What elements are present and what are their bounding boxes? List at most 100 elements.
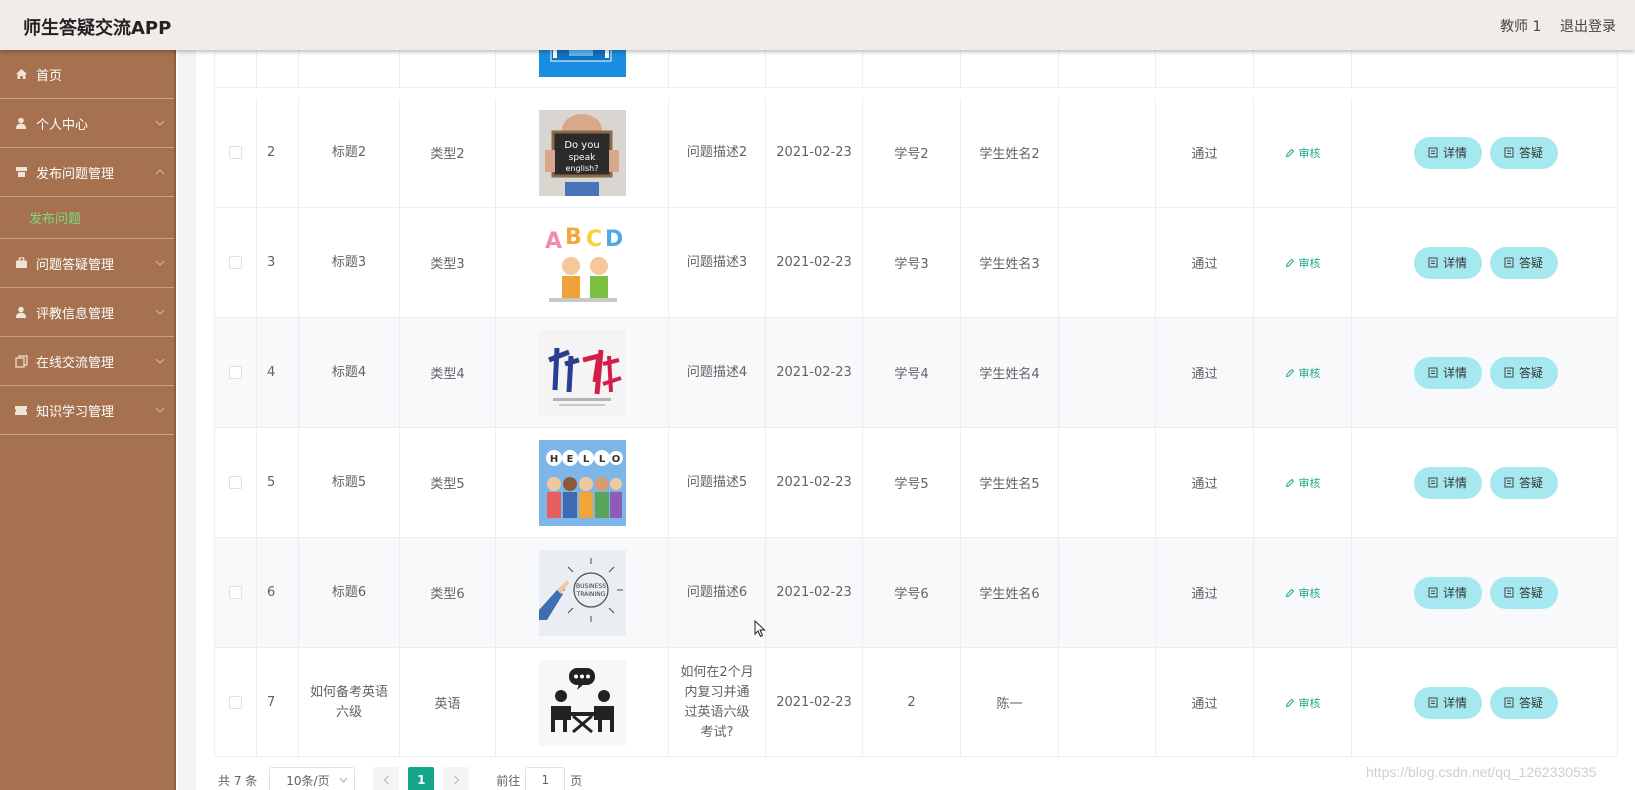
document-icon [1428, 477, 1438, 488]
audit-label: 审核 [1298, 146, 1321, 160]
row-checkbox[interactable] [229, 696, 242, 709]
audit-link[interactable]: 审核 [1285, 365, 1321, 381]
svg-text:TRAINING: TRAINING [575, 591, 605, 598]
table-cell: 4 [257, 318, 299, 427]
answer-button[interactable]: 答疑 [1489, 466, 1558, 499]
audit-link[interactable]: 审核 [1285, 475, 1321, 491]
table-cell [1352, 50, 1617, 87]
chevron-down-icon [155, 358, 165, 364]
svg-text:english?: english? [565, 164, 598, 173]
audit-label: 审核 [1298, 476, 1321, 490]
detail-button[interactable]: 详情 [1413, 686, 1482, 719]
table-cell: 通过 [1156, 648, 1254, 756]
row-date: 2021-02-23 [776, 255, 852, 270]
page-size-select[interactable]: 10条/页 [269, 767, 356, 790]
row-description: 问题描述3 [686, 254, 748, 270]
table-cell [215, 428, 257, 537]
table-cell: 通过 [1156, 538, 1254, 647]
row-date: 2021-02-23 [776, 365, 852, 380]
answer-button[interactable]: 答疑 [1489, 356, 1558, 389]
svg-text:D: D [605, 227, 623, 252]
goto-page-input[interactable]: 1 [525, 767, 566, 790]
sidebar-item-personal-center[interactable]: 个人中心 [0, 99, 174, 148]
answer-button[interactable]: 答疑 [1489, 136, 1558, 169]
table-cell: 学号4 [863, 318, 961, 427]
sidebar-item-knowledge-mgmt[interactable]: 知识学习管理 [0, 386, 174, 435]
answer-button[interactable]: 答疑 [1489, 686, 1558, 719]
chevron-right-icon [453, 775, 460, 785]
row-title: 标题5 [331, 474, 367, 490]
sidebar-subitem-post-question[interactable]: 发布问题 [0, 197, 174, 239]
row-type: 类型4 [430, 367, 465, 382]
table-cell: 标题5 [299, 428, 400, 537]
table-cell: 学号6 [863, 538, 961, 647]
chevron-up-icon [155, 169, 165, 175]
page-number-current[interactable]: 1 [408, 767, 435, 790]
table-cell: 审核 [1254, 538, 1352, 647]
table-cell: 审核 [1254, 98, 1352, 207]
answer-button[interactable]: 答疑 [1489, 576, 1558, 609]
sidebar-item-question-answer-mgmt[interactable]: 问题答疑管理 [0, 239, 174, 288]
table-cell: 学号3 [863, 208, 961, 317]
detail-button[interactable]: 详情 [1413, 246, 1482, 279]
svg-text:C: C [586, 227, 602, 252]
next-page-button[interactable] [443, 767, 470, 790]
edit-icon [1285, 368, 1294, 377]
table-cell [215, 98, 257, 207]
table-cell: 问题描述3 [669, 208, 766, 317]
detail-button[interactable]: 详情 [1413, 136, 1482, 169]
watermark: https://blog.csdn.net/qq_1262330535 [1366, 764, 1597, 780]
audit-link[interactable]: 审核 [1285, 585, 1321, 601]
edit-icon [1285, 148, 1294, 157]
row-checkbox[interactable] [229, 146, 242, 159]
detail-label: 详情 [1442, 476, 1467, 490]
answer-button[interactable]: 答疑 [1489, 246, 1558, 279]
answer-label: 答疑 [1518, 696, 1543, 710]
audit-link[interactable]: 审核 [1285, 695, 1321, 711]
table-row: 3 标题3 类型3 A B C D 问题描述3 2021-02-23 学号3 学生姓名3 通过 审核 详情… [215, 208, 1617, 318]
detail-button[interactable]: 详情 [1413, 576, 1482, 609]
prev-page-button[interactable] [373, 767, 400, 790]
sidebar-item-label: 首页 [36, 68, 63, 84]
audit-link[interactable]: 审核 [1285, 255, 1321, 271]
edit-icon [1285, 258, 1294, 267]
table-cell: 如何备考英语六级 [299, 648, 400, 756]
sidebar-item-evaluation-mgmt[interactable]: 评教信息管理 [0, 288, 174, 337]
table-cell: 问题描述6 [669, 538, 766, 647]
table-cell: 审核 [1254, 208, 1352, 317]
table-cell: 标题6 [299, 538, 400, 647]
table-cell: 陈一 [961, 648, 1059, 756]
table-cell [1059, 208, 1156, 317]
svg-text:B: B [565, 225, 582, 250]
table-cell [215, 50, 257, 87]
svg-text:L: L [598, 454, 605, 465]
table-cell: HELLO [496, 428, 669, 537]
table-cell: 标题3 [299, 208, 400, 317]
row-checkbox[interactable] [229, 586, 242, 599]
table-cell [1059, 318, 1156, 427]
row-date: 2021-02-23 [776, 145, 852, 160]
table-cell: 学生姓名6 [961, 538, 1059, 647]
row-checkbox[interactable] [229, 256, 242, 269]
detail-button[interactable]: 详情 [1413, 356, 1482, 389]
sidebar-item-home[interactable]: 首页 [0, 50, 174, 99]
detail-button[interactable]: 详情 [1413, 466, 1482, 499]
table-cell [1254, 50, 1352, 87]
row-status: 通过 [1191, 257, 1218, 272]
audit-link[interactable]: 审核 [1285, 145, 1321, 161]
row-student-name: 学生姓名3 [979, 257, 1040, 272]
logout-link[interactable]: 退出登录 [1560, 16, 1616, 36]
row-checkbox[interactable] [229, 476, 242, 489]
sidebar-item-online-chat-mgmt[interactable]: 在线交流管理 [0, 337, 174, 386]
sidebar-subitem-label: 发布问题 [29, 212, 82, 227]
sidebar-item-post-question-mgmt[interactable]: 发布问题管理 [0, 148, 174, 197]
row-student-number: 学号6 [894, 587, 929, 602]
table-row [215, 50, 1617, 88]
detail-label: 详情 [1442, 696, 1467, 710]
table-cell: 如何在2个月内复习并通过英语六级考试? [669, 648, 766, 756]
table-cell: 详情 答疑 [1352, 208, 1617, 317]
row-id: 3 [267, 255, 276, 270]
row-title: 标题4 [331, 364, 367, 380]
detail-label: 详情 [1442, 146, 1467, 160]
row-checkbox[interactable] [229, 366, 242, 379]
